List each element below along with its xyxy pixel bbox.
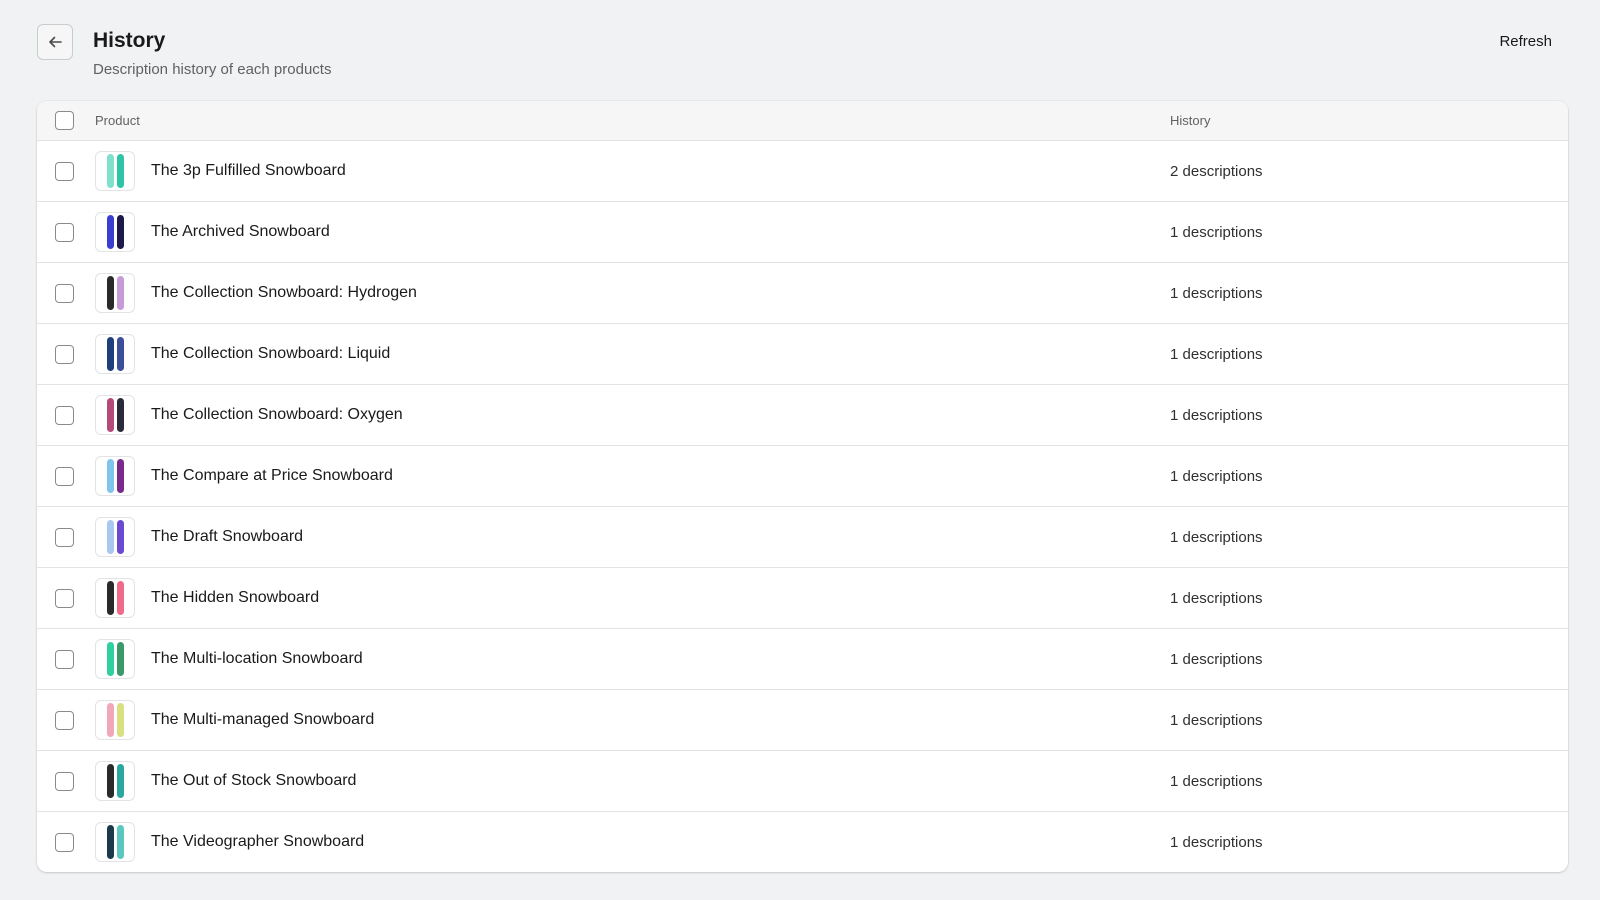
refresh-button[interactable]: Refresh (1499, 33, 1552, 50)
history-count: 1 descriptions (1170, 467, 1263, 485)
product-name[interactable]: The Collection Snowboard: Oxygen (151, 406, 403, 424)
history-count: 1 descriptions (1170, 833, 1263, 851)
table-row[interactable]: The Collection Snowboard: Hydrogen 1 desc… (37, 263, 1568, 324)
snowboard-image (106, 459, 114, 493)
table-row[interactable]: The Multi-managed Snowboard 1 description… (37, 690, 1568, 751)
table-row[interactable]: The Archived Snowboard 1 descriptions (37, 202, 1568, 263)
back-button[interactable] (37, 24, 73, 60)
product-name[interactable]: The Videographer Snowboard (151, 833, 364, 851)
row-checkbox[interactable] (55, 832, 74, 852)
row-checkbox[interactable] (55, 161, 74, 181)
snowboard-image (116, 642, 124, 676)
snowboard-image (116, 581, 124, 615)
product-name[interactable]: The Out of Stock Snowboard (151, 772, 356, 790)
snowboard-image (116, 215, 124, 249)
row-checkbox[interactable] (55, 588, 74, 608)
product-thumbnail (95, 700, 135, 740)
table-row[interactable]: The Videographer Snowboard 1 descriptions (37, 812, 1568, 872)
product-thumbnail (95, 578, 135, 618)
arrow-left-icon (49, 36, 62, 48)
history-count: 1 descriptions (1170, 650, 1263, 668)
column-header-history: History (1170, 113, 1211, 128)
product-thumbnail (95, 456, 135, 496)
product-name[interactable]: The Draft Snowboard (151, 528, 303, 546)
product-thumbnail (95, 395, 135, 435)
product-name[interactable]: The Collection Snowboard: Liquid (151, 345, 390, 363)
table-row[interactable]: The Collection Snowboard: Liquid 1 descri… (37, 324, 1568, 385)
history-count: 1 descriptions (1170, 406, 1263, 424)
table-row[interactable]: The Out of Stock Snowboard 1 descriptions (37, 751, 1568, 812)
column-header-product: Product (95, 113, 140, 128)
table-row[interactable]: The Draft Snowboard 1 descriptions (37, 507, 1568, 568)
product-thumbnail (95, 151, 135, 191)
table-body: The 3p Fulfilled Snowboard 2 descriptions… (37, 141, 1568, 872)
product-thumbnail (95, 334, 135, 374)
row-checkbox[interactable] (55, 283, 74, 303)
page-subtitle: Description history of each products (93, 61, 332, 78)
product-thumbnail (95, 822, 135, 862)
product-name[interactable]: The Multi-managed Snowboard (151, 711, 374, 729)
snowboard-image (106, 398, 114, 432)
snowboard-image (116, 764, 124, 798)
history-count: 1 descriptions (1170, 528, 1263, 546)
snowboard-image (106, 520, 114, 554)
row-checkbox[interactable] (55, 527, 74, 547)
table-row[interactable]: The Compare at Price Snowboard 1 descript… (37, 446, 1568, 507)
table-row[interactable]: The Multi-location Snowboard 1 descriptio… (37, 629, 1568, 690)
history-table: Product History The 3p Fulfilled Snowboa… (37, 101, 1568, 872)
product-name[interactable]: The Archived Snowboard (151, 223, 330, 241)
snowboard-image (106, 276, 114, 310)
row-checkbox[interactable] (55, 222, 74, 242)
snowboard-image (106, 764, 114, 798)
title-block: History Description history of each prod… (93, 28, 331, 78)
history-count: 1 descriptions (1170, 284, 1263, 302)
row-checkbox[interactable] (55, 771, 74, 791)
product-name[interactable]: The Multi-location Snowboard (151, 650, 363, 668)
snowboard-image (106, 215, 114, 249)
snowboard-image (116, 703, 124, 737)
snowboard-image (106, 581, 114, 615)
row-checkbox[interactable] (55, 405, 74, 425)
history-count: 2 descriptions (1170, 162, 1263, 180)
snowboard-image (106, 337, 114, 371)
snowboard-image (116, 459, 124, 493)
history-count: 1 descriptions (1170, 345, 1263, 363)
history-count: 1 descriptions (1170, 772, 1263, 790)
snowboard-image (116, 276, 124, 310)
product-thumbnail (95, 212, 135, 252)
snowboard-image (116, 154, 124, 188)
page-title: History (93, 29, 166, 52)
product-thumbnail (95, 761, 135, 801)
snowboard-image (106, 703, 114, 737)
product-name[interactable]: The Compare at Price Snowboard (151, 467, 393, 485)
history-page: History Description history of each prod… (0, 0, 1600, 900)
snowboard-image (116, 398, 124, 432)
snowboard-image (116, 520, 124, 554)
row-checkbox[interactable] (55, 344, 74, 364)
product-thumbnail (95, 273, 135, 313)
row-checkbox[interactable] (55, 466, 74, 486)
snowboard-image (116, 825, 124, 859)
snowboard-image (106, 825, 114, 859)
table-row[interactable]: The 3p Fulfilled Snowboard 2 descriptions (37, 141, 1568, 202)
product-name[interactable]: The Hidden Snowboard (151, 589, 319, 607)
product-thumbnail (95, 639, 135, 679)
row-checkbox[interactable] (55, 710, 74, 730)
product-thumbnail (95, 517, 135, 557)
product-name[interactable]: The Collection Snowboard: Hydrogen (151, 284, 417, 302)
row-checkbox[interactable] (55, 649, 74, 669)
snowboard-image (106, 642, 114, 676)
table-row[interactable]: The Hidden Snowboard 1 descriptions (37, 568, 1568, 629)
table-header: Product History (37, 101, 1568, 141)
select-all-checkbox[interactable] (55, 111, 74, 130)
product-name[interactable]: The 3p Fulfilled Snowboard (151, 162, 346, 180)
history-count: 1 descriptions (1170, 223, 1263, 241)
snowboard-image (106, 154, 114, 188)
table-row[interactable]: The Collection Snowboard: Oxygen 1 descri… (37, 385, 1568, 446)
history-count: 1 descriptions (1170, 711, 1263, 729)
snowboard-image (116, 337, 124, 371)
history-count: 1 descriptions (1170, 589, 1263, 607)
